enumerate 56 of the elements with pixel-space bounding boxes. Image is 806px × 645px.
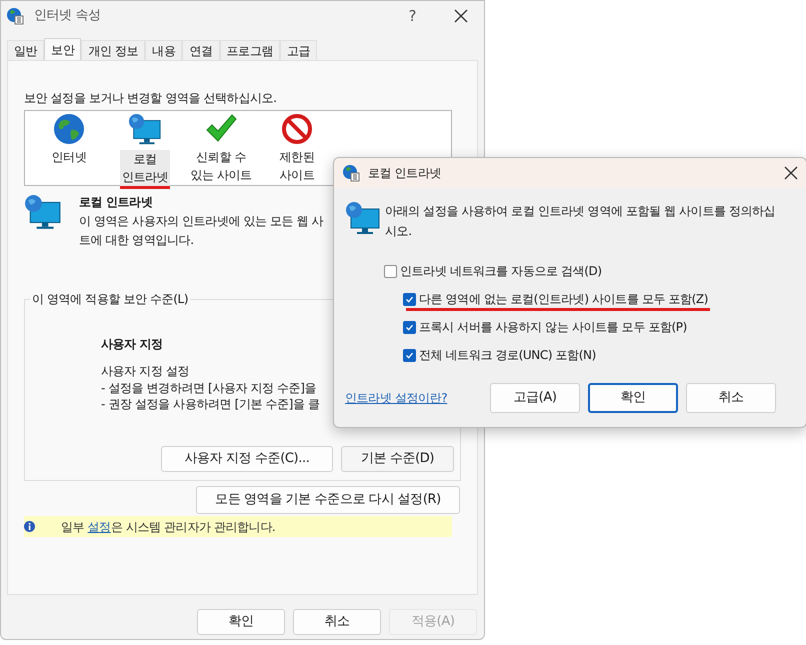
tab[interactable]: 고급 [280,40,318,60]
checkmark-icon [405,322,414,332]
checkmark-icon [405,294,414,304]
no-entry-icon [281,113,313,145]
checkbox[interactable] [403,348,416,362]
zone-item[interactable]: 신뢰할 수 있는 사이트 [188,148,254,187]
window-title: 인터넷 속성 [34,7,101,26]
level-description: - 권장 설정을 사용하려면 [기본 수준]을 클 [101,396,320,412]
dialog-button[interactable]: 취소 [293,609,381,635]
tab[interactable]: 내용 [145,40,182,60]
close-icon[interactable] [454,9,468,23]
dialog-button[interactable]: 확인 [197,609,285,635]
checkbox[interactable] [403,292,416,306]
tab[interactable]: 개인 정보 [81,40,146,60]
level-button[interactable]: 사용자 지정 수준(C)... [161,446,333,472]
globe-app-icon [342,164,360,182]
group-legend: 이 영역에 적용할 보안 수준(L) [30,291,190,307]
help-button[interactable]: ? [408,4,416,28]
settings-link[interactable]: 설정 [88,520,111,534]
globe-app-icon [6,7,24,25]
reset-all-zones-button[interactable]: 모든 영역을 기본 수준으로 다시 설정(R) [196,486,460,514]
zone-item[interactable]: 인터넷 [50,148,88,169]
level-description: - 설정을 변경하려면 [사용자 지정 수준]을 [101,380,318,396]
zone-item[interactable]: 제한된 사이트 [278,148,316,187]
checkbox-label: 전체 네트워크 경로(UNC) 포함(N) [419,347,596,364]
tab[interactable]: 프로그램 [220,40,280,60]
zones-prompt: 보안 설정을 보거나 변경할 영역을 선택하십시오. [24,90,278,107]
notice-text: 일부 설정은 시스템 관리자가 관리합니다. [61,518,276,536]
intranet-help-link[interactable]: 인트라넷 설정이란? [345,389,490,407]
close-icon[interactable] [784,166,798,180]
info-icon [24,521,35,532]
level-description: 사용자 지정 설정 [101,363,190,380]
checkbox[interactable] [403,320,416,334]
checkbox-label: 프록시 서버를 사용하지 않는 사이트를 모두 포함(P) [419,319,687,336]
checkbox-label: 인트라넷 네트워크를 자동으로 검색(D) [400,263,602,280]
checkbox[interactable] [384,264,397,278]
monitor-globe-icon [128,113,162,147]
tab[interactable]: 일반 [7,40,44,60]
level-title: 사용자 지정 [101,336,163,353]
dialog-title: 로컬 인트라넷 [368,165,442,182]
checkbox-label: 다른 영역에 없는 로컬(인트라넷) 사이트를 모두 포함(Z) [406,287,710,311]
dialog-button[interactable]: 고급(A) [490,383,580,413]
monitor-globe-icon [24,194,62,232]
zone-description: 트에 대한 영역입니다. [79,232,194,249]
dialog-button[interactable]: 확인 [588,383,678,413]
checkmark-icon [405,350,414,360]
zone-description: 이 영역은 사용자의 인트라넷에 있는 모든 웹 사 [79,213,324,230]
globe-icon [53,113,85,145]
monitor-globe-icon [345,201,381,237]
zone-title: 로컬 인트라넷 [79,194,152,211]
level-button[interactable]: 기본 수준(D) [341,446,454,472]
tab[interactable]: 연결 [182,40,220,60]
zone-item[interactable]: 로컬 인트라넷 [120,150,170,189]
dialog-button[interactable]: 취소 [686,383,776,413]
dialog-intro: 아래의 설정을 사용하여 로컬 인트라넷 영역에 포함될 웹 사이트를 정의하십시오. [385,203,776,240]
tab[interactable]: 보안 [44,38,82,60]
